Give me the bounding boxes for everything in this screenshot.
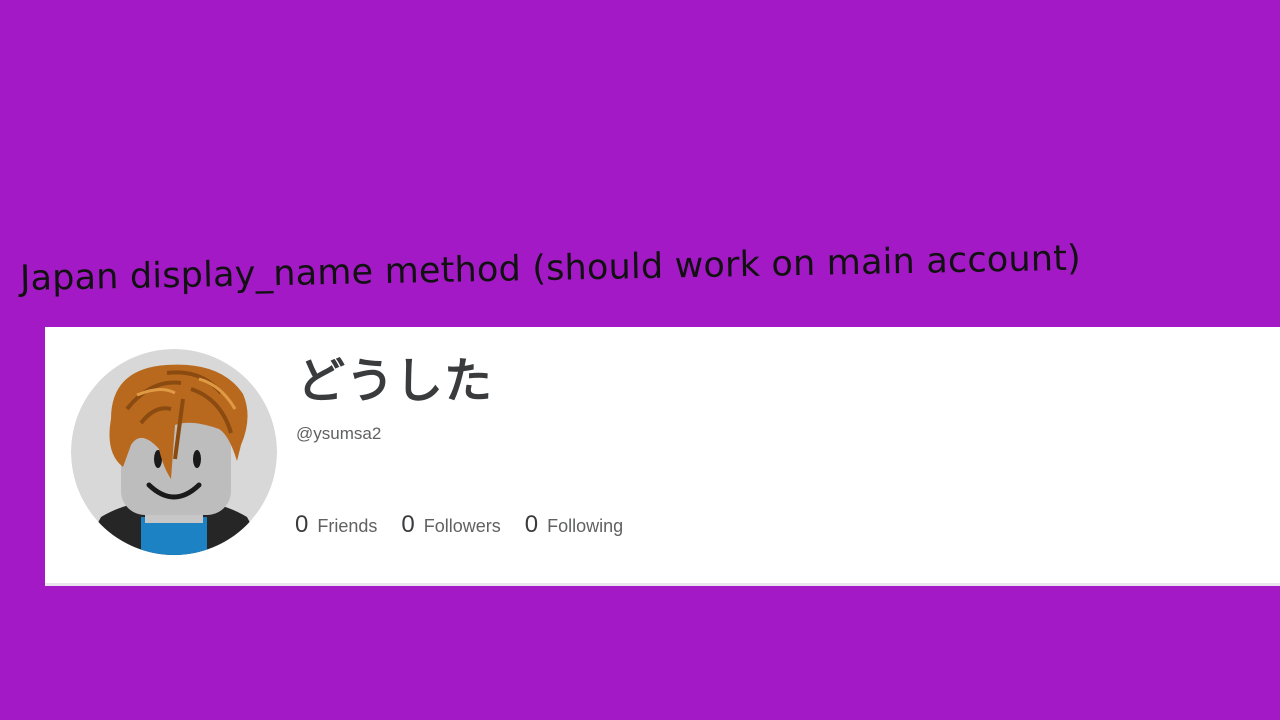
background-canvas: Japan display_name method (should work o… — [0, 0, 1280, 720]
friends-count: 0 — [295, 511, 309, 538]
stat-following[interactable]: 0 Following — [525, 511, 623, 539]
stat-followers[interactable]: 0 Followers — [401, 511, 500, 539]
followers-count: 0 — [401, 511, 415, 538]
stat-friends[interactable]: 0 Friends — [295, 511, 377, 539]
caption-title: Japan display_name method (should work o… — [19, 238, 1082, 299]
avatar-icon — [71, 349, 277, 555]
profile-header-card: どうした @ysumsa2 0 Friends 0 Followers 0 Fo… — [45, 327, 1280, 586]
followers-label: Followers — [423, 516, 501, 536]
following-label: Following — [547, 516, 624, 536]
username: @ysumsa2 — [296, 424, 382, 443]
avatar[interactable] — [71, 349, 277, 555]
following-count: 0 — [524, 511, 539, 538]
friends-label: Friends — [317, 516, 378, 536]
profile-stats: 0 Friends 0 Followers 0 Following — [295, 511, 647, 539]
display-name: どうした — [297, 353, 494, 409]
